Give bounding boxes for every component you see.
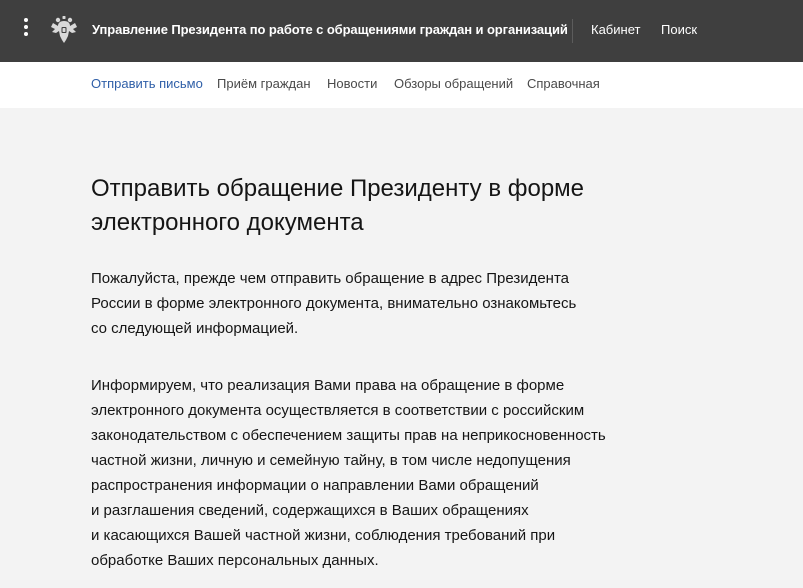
nav-reviews[interactable]: Обзоры обращений — [394, 76, 513, 91]
coat-of-arms-icon[interactable] — [50, 15, 78, 45]
cabinet-link[interactable]: Кабинет — [591, 22, 640, 37]
nav-send-letter[interactable]: Отправить письмо — [91, 76, 203, 91]
header-divider — [572, 19, 573, 43]
search-link[interactable]: Поиск — [661, 22, 697, 37]
nav-reception[interactable]: Приём граждан — [217, 76, 311, 91]
section-nav: Отправить письмо Приём граждан Новости О… — [0, 62, 803, 108]
vertical-dots-icon[interactable] — [22, 18, 30, 42]
nav-news[interactable]: Новости — [327, 76, 377, 91]
page-title: Отправить обращение Президенту в форме э… — [91, 175, 585, 236]
nav-reference[interactable]: Справочная — [527, 76, 600, 91]
info-paragraph: Информируем, что реализация Вами права н… — [91, 377, 606, 569]
site-title[interactable]: Управление Президента по работе с обраще… — [92, 22, 568, 37]
main-content: Отправить обращение Президенту в форме э… — [0, 108, 803, 588]
top-header: Управление Президента по работе с обраще… — [0, 0, 803, 62]
intro-paragraph: Пожалуйста, прежде чем отправить обращен… — [91, 270, 577, 337]
